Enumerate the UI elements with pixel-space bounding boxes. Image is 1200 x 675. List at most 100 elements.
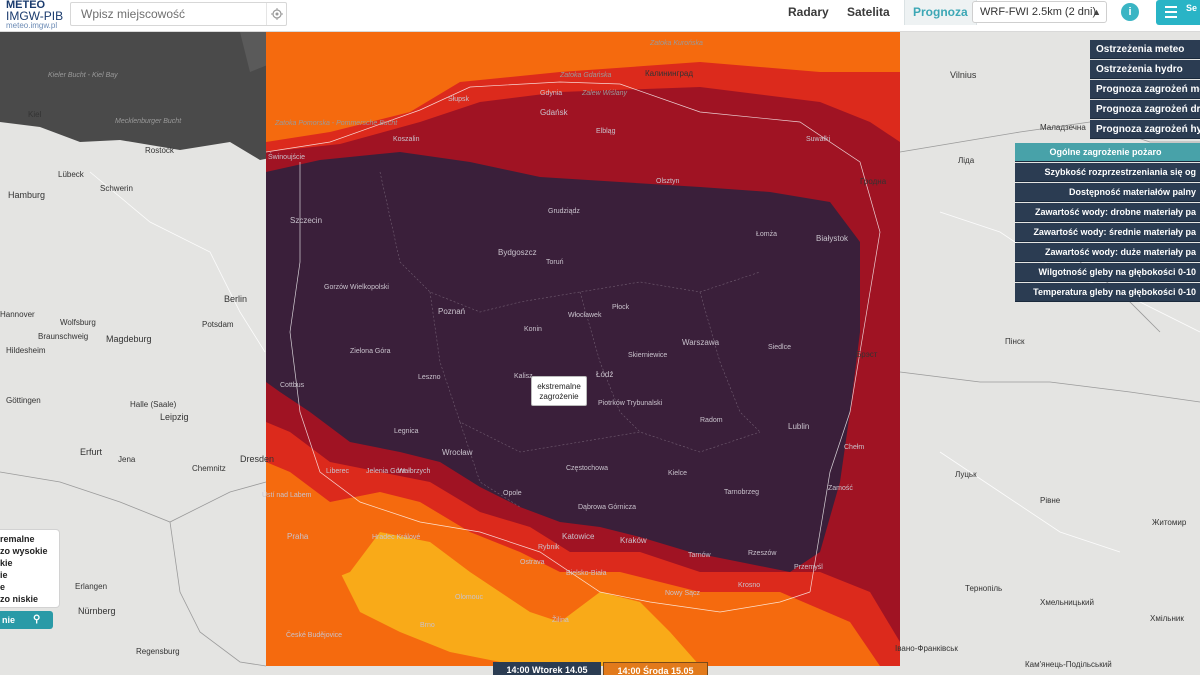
pl-city-label: Włocławek: [568, 312, 602, 319]
layer-ostrzezenia-meteo[interactable]: Ostrzeżenia meteo: [1090, 40, 1200, 59]
legend-item: zo niskie: [0, 594, 39, 604]
sublayer-item[interactable]: Zawartość wody: średnie materiały pa: [1015, 223, 1200, 242]
city-label: Брэст: [856, 350, 878, 359]
city-label: Wolfsburg: [60, 318, 96, 327]
pl-city-label: Gorzów Wielkopolski: [324, 284, 389, 291]
city-label: Маладзечна: [1040, 123, 1086, 132]
city-label: Івано-Франківськ: [895, 644, 958, 653]
map-tooltip: ekstremalne zagrożenie: [531, 376, 587, 406]
pl-city-label: Skierniewice: [628, 352, 668, 359]
sublayer-item[interactable]: Wilgotność gleby na głębokości 0-10: [1015, 263, 1200, 282]
sublayer-item[interactable]: Zawartość wody: duże materiały pa: [1015, 243, 1200, 262]
pl-city-label: Olomouc: [455, 594, 484, 601]
pl-city-label: Leszno: [418, 374, 441, 381]
pl-city-label: Kraków: [620, 536, 647, 545]
pl-city-label: Krosno: [738, 582, 761, 589]
logo-url: meteo.imgw.pl: [6, 21, 58, 30]
pl-city-label: Wałbrzych: [398, 468, 431, 475]
nav-prognoza[interactable]: Prognoza: [904, 0, 977, 25]
pl-city-label: Zamość: [828, 485, 853, 492]
pl-city-label: Rzeszów: [748, 550, 777, 557]
city-label: Lübeck: [58, 170, 84, 179]
layer-ostrzezenia-hydro[interactable]: Ostrzeżenia hydro: [1090, 60, 1200, 79]
sea-label: Zalew Wiślany: [582, 90, 628, 97]
sublayer-item[interactable]: Temperatura gleby na głębokości 0-10: [1015, 283, 1200, 302]
pl-city-label: Tarnów: [688, 552, 711, 559]
pl-city-label: Legnica: [394, 428, 419, 435]
pl-city-label: Elbląg: [596, 128, 616, 135]
nav-radary[interactable]: Radary: [788, 0, 829, 25]
model-select[interactable]: WRF-FWI 2.5km (2 dni) ▲: [972, 1, 1107, 23]
legend-item: remalne: [0, 534, 35, 544]
city-label: Калининград: [645, 69, 694, 78]
top-bar: METEO IMGW-PIB meteo.imgw.pl Radary Sate…: [0, 0, 1200, 32]
city-label: Göttingen: [6, 396, 41, 405]
city-label: Vilnius: [950, 70, 977, 80]
pl-city-label: Łódź: [596, 370, 614, 379]
search-input[interactable]: [71, 3, 267, 25]
sublayer-item[interactable]: Zawartość wody: drobne materiały pa: [1015, 203, 1200, 222]
model-select-value: WRF-FWI 2.5km (2 dni): [980, 6, 1097, 18]
legend-toggle-button[interactable]: nie ⚲: [0, 611, 53, 629]
city-label: Kiel: [28, 110, 42, 119]
pin-icon: ⚲: [33, 614, 41, 625]
city-label: Hannover: [0, 310, 35, 319]
legend-panel: remalne zo wysokie kie ie e zo niskie: [0, 529, 60, 608]
pl-city-label: Toruń: [546, 259, 564, 266]
city-label: Гродна: [860, 177, 887, 186]
sea-label: Kieler Bucht - Kiel Bay: [48, 72, 118, 79]
pl-city-label: Słupsk: [448, 96, 470, 103]
time-tab-2[interactable]: 14:00 Środa 15.05: [603, 662, 708, 675]
legend-toggle-label: nie: [2, 615, 16, 625]
pl-city-label: Olsztyn: [656, 178, 680, 185]
layer-prognoza-meteo[interactable]: Prognoza zagrożeń me: [1090, 80, 1200, 99]
sublayer-item[interactable]: Dostępność materiałów palny: [1015, 183, 1200, 202]
tooltip-line-1: ekstremalne: [537, 382, 581, 391]
pl-city-label: Rybnik: [538, 544, 560, 551]
pl-city-label: Grudziądz: [548, 208, 580, 215]
pl-city-label: Ostrava: [520, 559, 545, 566]
pl-city-label: Konin: [524, 326, 542, 333]
city-label: Хмельницький: [1040, 598, 1094, 607]
pl-city-label: Białystok: [816, 234, 849, 243]
sea-label: Mecklenburger Bucht: [115, 118, 182, 125]
layer-prognoza-hydro[interactable]: Prognoza zagrożeń hyd: [1090, 120, 1200, 139]
layer-prognoza-drogowe[interactable]: Prognoza zagrożeń dro: [1090, 100, 1200, 119]
logo[interactable]: METEO IMGW-PIB meteo.imgw.pl: [4, 0, 66, 32]
info-button[interactable]: i: [1121, 3, 1139, 21]
city-label: Magdeburg: [106, 334, 152, 344]
sea-label: Zatoka Pomorska - Pommersche Bucht: [275, 120, 398, 127]
pl-city-label: Wrocław: [442, 448, 473, 457]
time-tab-1[interactable]: 14:00 Wtorek 14.05: [493, 662, 601, 675]
city-label: Хмільник: [1150, 614, 1184, 623]
pl-city-label: Brno: [420, 622, 435, 629]
pl-city-label: Zielona Góra: [350, 348, 391, 355]
nav-satelita[interactable]: Satelita: [847, 0, 890, 25]
settings-button[interactable]: Se: [1156, 0, 1200, 25]
sublayer-header[interactable]: Ogólne zagrożenie pożaro: [1015, 143, 1200, 162]
city-label: Potsdam: [202, 320, 234, 329]
pl-city-label: Świnoujście: [268, 154, 305, 161]
hamburger-icon: [1165, 6, 1177, 21]
pl-city-label: Opole: [503, 490, 522, 497]
city-label: Erfurt: [80, 447, 103, 457]
pl-city-label: Częstochowa: [566, 465, 609, 472]
city-label: Dresden: [240, 454, 275, 464]
city-label: Jena: [118, 455, 136, 464]
city-label: Житомир: [1152, 518, 1187, 527]
city-label: Nürnberg: [78, 606, 116, 616]
legend-item: ie: [0, 570, 8, 580]
locate-icon[interactable]: [266, 3, 286, 25]
map[interactable]: Kieler Bucht - Kiel Bay Mecklenburger Bu…: [0, 32, 1200, 675]
pl-city-label: Bydgoszcz: [498, 248, 537, 257]
city-label: Regensburg: [136, 647, 180, 656]
pl-city-label: Radom: [700, 417, 723, 424]
pl-city-label: Łomża: [756, 231, 778, 238]
city-label: Hildesheim: [6, 346, 46, 355]
pl-city-label: Hradec Králové: [372, 534, 421, 541]
sublayer-item[interactable]: Szybkość rozprzestrzeniania się og: [1015, 163, 1200, 182]
pl-city-label: Tarnobrzeg: [724, 489, 760, 496]
city-label: Кам'янець-Подільський: [1025, 660, 1112, 669]
pl-city-label: Gdynia: [540, 90, 563, 97]
pl-city-label: Lublin: [788, 422, 810, 431]
